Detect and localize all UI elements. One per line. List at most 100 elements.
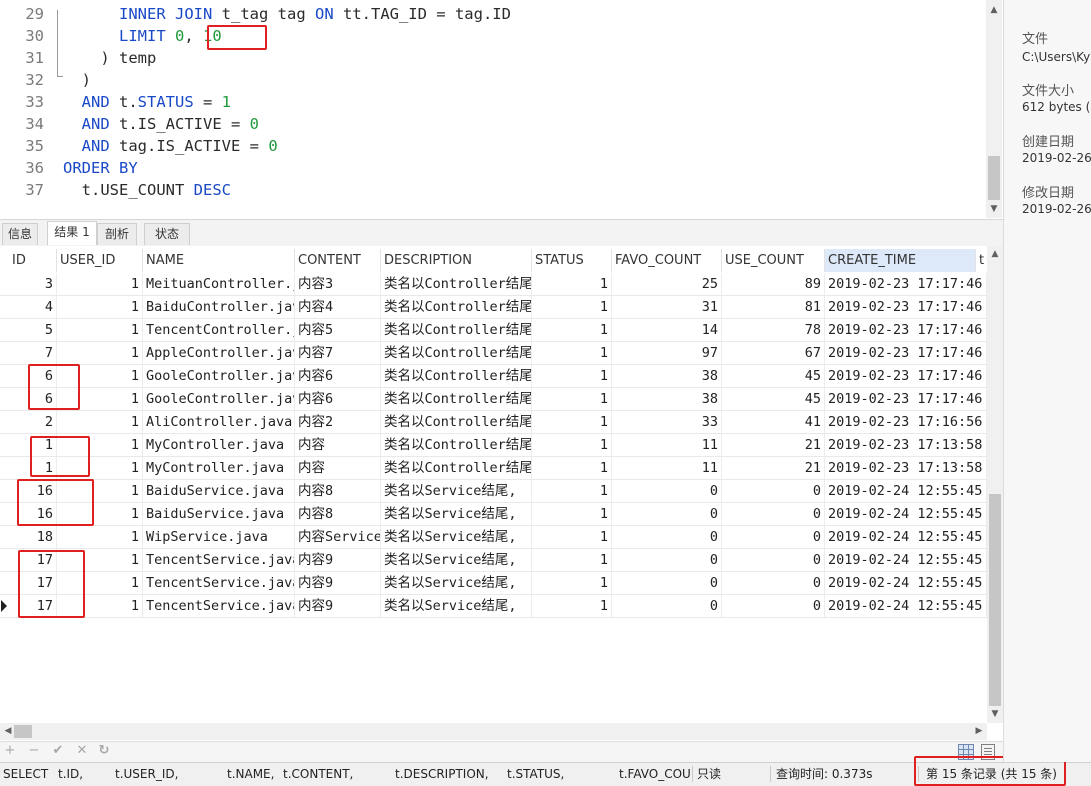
cell-favo-count[interactable]: 0 bbox=[612, 549, 722, 571]
cell-create-time[interactable]: 2019-02-23 17:17:46 bbox=[825, 388, 987, 410]
cell-content[interactable]: 内容2 bbox=[295, 411, 381, 433]
cell-favo-count[interactable]: 0 bbox=[612, 572, 722, 594]
cell-create-time[interactable]: 2019-02-23 17:17:46 bbox=[825, 319, 987, 341]
table-row[interactable]: 51TencentController.java内容5类名以Controller… bbox=[0, 319, 987, 342]
cell-use-count[interactable]: 0 bbox=[722, 480, 825, 502]
cell-content[interactable]: 内容9 bbox=[295, 595, 381, 617]
cell-create-time[interactable]: 2019-02-23 17:17:46 bbox=[825, 273, 987, 295]
cell-status[interactable]: 1 bbox=[532, 273, 612, 295]
cell-favo-count[interactable]: 14 bbox=[612, 319, 722, 341]
editor-line[interactable]: 34 AND t.IS_ACTIVE = 0 bbox=[0, 113, 985, 135]
cell-name[interactable]: TencentService.java bbox=[143, 595, 295, 617]
editor-line[interactable]: 35 AND tag.IS_ACTIVE = 0 bbox=[0, 135, 985, 157]
cell-description[interactable]: 类名以Controller结尾 bbox=[381, 411, 532, 433]
grid-scroll-down-icon[interactable]: ▼ bbox=[987, 708, 1003, 720]
cell-favo-count[interactable]: 11 bbox=[612, 457, 722, 479]
apply-changes-icon[interactable]: ✔ bbox=[50, 743, 66, 759]
cell-content[interactable]: 内容 bbox=[295, 434, 381, 456]
cell-id[interactable]: 18 bbox=[9, 526, 57, 548]
cell-use-count[interactable]: 0 bbox=[722, 526, 825, 548]
cell-content[interactable]: 内容Service bbox=[295, 526, 381, 548]
cell-content[interactable]: 内容6 bbox=[295, 365, 381, 387]
add-record-icon[interactable]: + bbox=[2, 743, 18, 759]
cell-id[interactable]: 5 bbox=[9, 319, 57, 341]
cell-name[interactable]: GooleController.java bbox=[143, 365, 295, 387]
cell-description[interactable]: 类名以Service结尾, bbox=[381, 526, 532, 548]
cell-use-count[interactable]: 45 bbox=[722, 365, 825, 387]
cell-create-time[interactable]: 2019-02-23 17:17:46 bbox=[825, 296, 987, 318]
editor-line[interactable]: 32 ) bbox=[0, 69, 985, 91]
cell-name[interactable]: BaiduService.java bbox=[143, 480, 295, 502]
grid-scroll-up-icon[interactable]: ▲ bbox=[987, 248, 1003, 260]
cell-name[interactable]: MyController.java bbox=[143, 457, 295, 479]
scroll-up-icon[interactable]: ▲ bbox=[986, 4, 1002, 16]
tab-profile[interactable]: 剖析 bbox=[97, 223, 137, 245]
cell-content[interactable]: 内容9 bbox=[295, 572, 381, 594]
cell-use-count[interactable]: 78 bbox=[722, 319, 825, 341]
cell-content[interactable]: 内容5 bbox=[295, 319, 381, 341]
cell-status[interactable]: 1 bbox=[532, 572, 612, 594]
cell-user-id[interactable]: 1 bbox=[57, 273, 143, 295]
cell-favo-count[interactable]: 38 bbox=[612, 388, 722, 410]
table-row[interactable]: 17 1 TencentService.java 内容9 类名以Service结尾, 1 0… bbox=[0, 549, 987, 572]
column-header-user-id[interactable]: USER_ID bbox=[57, 249, 143, 272]
cell-name[interactable]: BaiduController.java bbox=[143, 296, 295, 318]
column-header-favo-count[interactable]: FAVO_COUNT bbox=[612, 249, 722, 272]
cell-id[interactable]: 4 bbox=[9, 296, 57, 318]
editor-line[interactable]: 31 ) temp bbox=[0, 47, 985, 69]
cell-status[interactable]: 1 bbox=[532, 342, 612, 364]
grid-horizontal-scroll-thumb[interactable] bbox=[14, 725, 32, 738]
cell-create-time[interactable]: 2019-02-24 12:55:45 bbox=[825, 595, 987, 617]
table-row[interactable]: 6 1 GooleController.java 内容6 类名以Controller结尾… bbox=[0, 365, 987, 388]
cell-status[interactable]: 1 bbox=[532, 296, 612, 318]
cell-use-count[interactable]: 67 bbox=[722, 342, 825, 364]
cell-description[interactable]: 类名以Controller结尾 bbox=[381, 365, 532, 387]
cell-create-time[interactable]: 2019-02-23 17:13:58 bbox=[825, 434, 987, 456]
cell-content[interactable]: 内容9 bbox=[295, 549, 381, 571]
cell-favo-count[interactable]: 97 bbox=[612, 342, 722, 364]
cell-user-id[interactable]: 1 bbox=[57, 296, 143, 318]
cell-status[interactable]: 1 bbox=[532, 549, 612, 571]
cell-use-count[interactable]: 41 bbox=[722, 411, 825, 433]
cell-name[interactable]: GooleController.java bbox=[143, 388, 295, 410]
cell-create-time[interactable]: 2019-02-23 17:16:56 bbox=[825, 411, 987, 433]
column-header-status[interactable]: STATUS bbox=[532, 249, 612, 272]
table-row[interactable]: 7 1 AppleController.java 内容7 类名以Controller结尾… bbox=[0, 342, 987, 365]
editor-line[interactable]: 37 t.USE_COUNT DESC bbox=[0, 179, 985, 201]
cell-favo-count[interactable]: 0 bbox=[612, 595, 722, 617]
cell-description[interactable]: 类名以Service结尾, bbox=[381, 549, 532, 571]
table-row[interactable]: 16 1 BaiduService.java 内容8 类名以Service结尾, 1 0 0 2… bbox=[0, 480, 987, 503]
cell-use-count[interactable]: 21 bbox=[722, 457, 825, 479]
table-row[interactable]: 16 1 BaiduService.java 内容8 类名以Service结尾, 1 0 0 2… bbox=[0, 503, 987, 526]
editor-line[interactable]: 33 AND t.STATUS = 1 bbox=[0, 91, 985, 113]
cell-id[interactable]: 2 bbox=[9, 411, 57, 433]
column-header-id[interactable]: ID bbox=[9, 249, 57, 272]
cell-use-count[interactable]: 0 bbox=[722, 503, 825, 525]
cell-create-time[interactable]: 2019-02-24 12:55:45 bbox=[825, 526, 987, 548]
cell-content[interactable]: 内容7 bbox=[295, 342, 381, 364]
cell-favo-count[interactable]: 0 bbox=[612, 526, 722, 548]
cell-use-count[interactable]: 0 bbox=[722, 572, 825, 594]
column-header-create-time[interactable]: CREATE_TIME bbox=[825, 249, 976, 272]
cell-description[interactable]: 类名以Controller结尾 bbox=[381, 273, 532, 295]
cell-status[interactable]: 1 bbox=[532, 503, 612, 525]
cell-name[interactable]: TencentService.java bbox=[143, 549, 295, 571]
cell-favo-count[interactable]: 25 bbox=[612, 273, 722, 295]
cell-favo-count[interactable]: 31 bbox=[612, 296, 722, 318]
cell-content[interactable]: 内容4 bbox=[295, 296, 381, 318]
cell-user-id[interactable]: 1 bbox=[57, 411, 143, 433]
cell-use-count[interactable]: 0 bbox=[722, 595, 825, 617]
grid-vertical-scroll-thumb[interactable] bbox=[989, 494, 1001, 706]
refresh-icon[interactable]: ↻ bbox=[96, 743, 112, 759]
cell-status[interactable]: 1 bbox=[532, 434, 612, 456]
cell-content[interactable]: 内容8 bbox=[295, 503, 381, 525]
table-row[interactable]: 31MeituanController.java内容3类名以Controller… bbox=[0, 273, 987, 296]
cell-name[interactable]: BaiduService.java bbox=[143, 503, 295, 525]
table-row[interactable]: 18 1 WipService.java 内容Service 类名以Service结尾,… bbox=[0, 526, 987, 549]
discard-changes-icon[interactable]: ✕ bbox=[74, 743, 90, 759]
editor-line[interactable]: 30 LIMIT 0, 10 bbox=[0, 25, 985, 47]
grid-horizontal-scrollbar[interactable]: ◀ ▶ bbox=[0, 723, 987, 740]
column-header-use-count[interactable]: USE_COUNT bbox=[722, 249, 825, 272]
cell-user-id[interactable]: 1 bbox=[57, 319, 143, 341]
cell-description[interactable]: 类名以Controller结尾 bbox=[381, 296, 532, 318]
